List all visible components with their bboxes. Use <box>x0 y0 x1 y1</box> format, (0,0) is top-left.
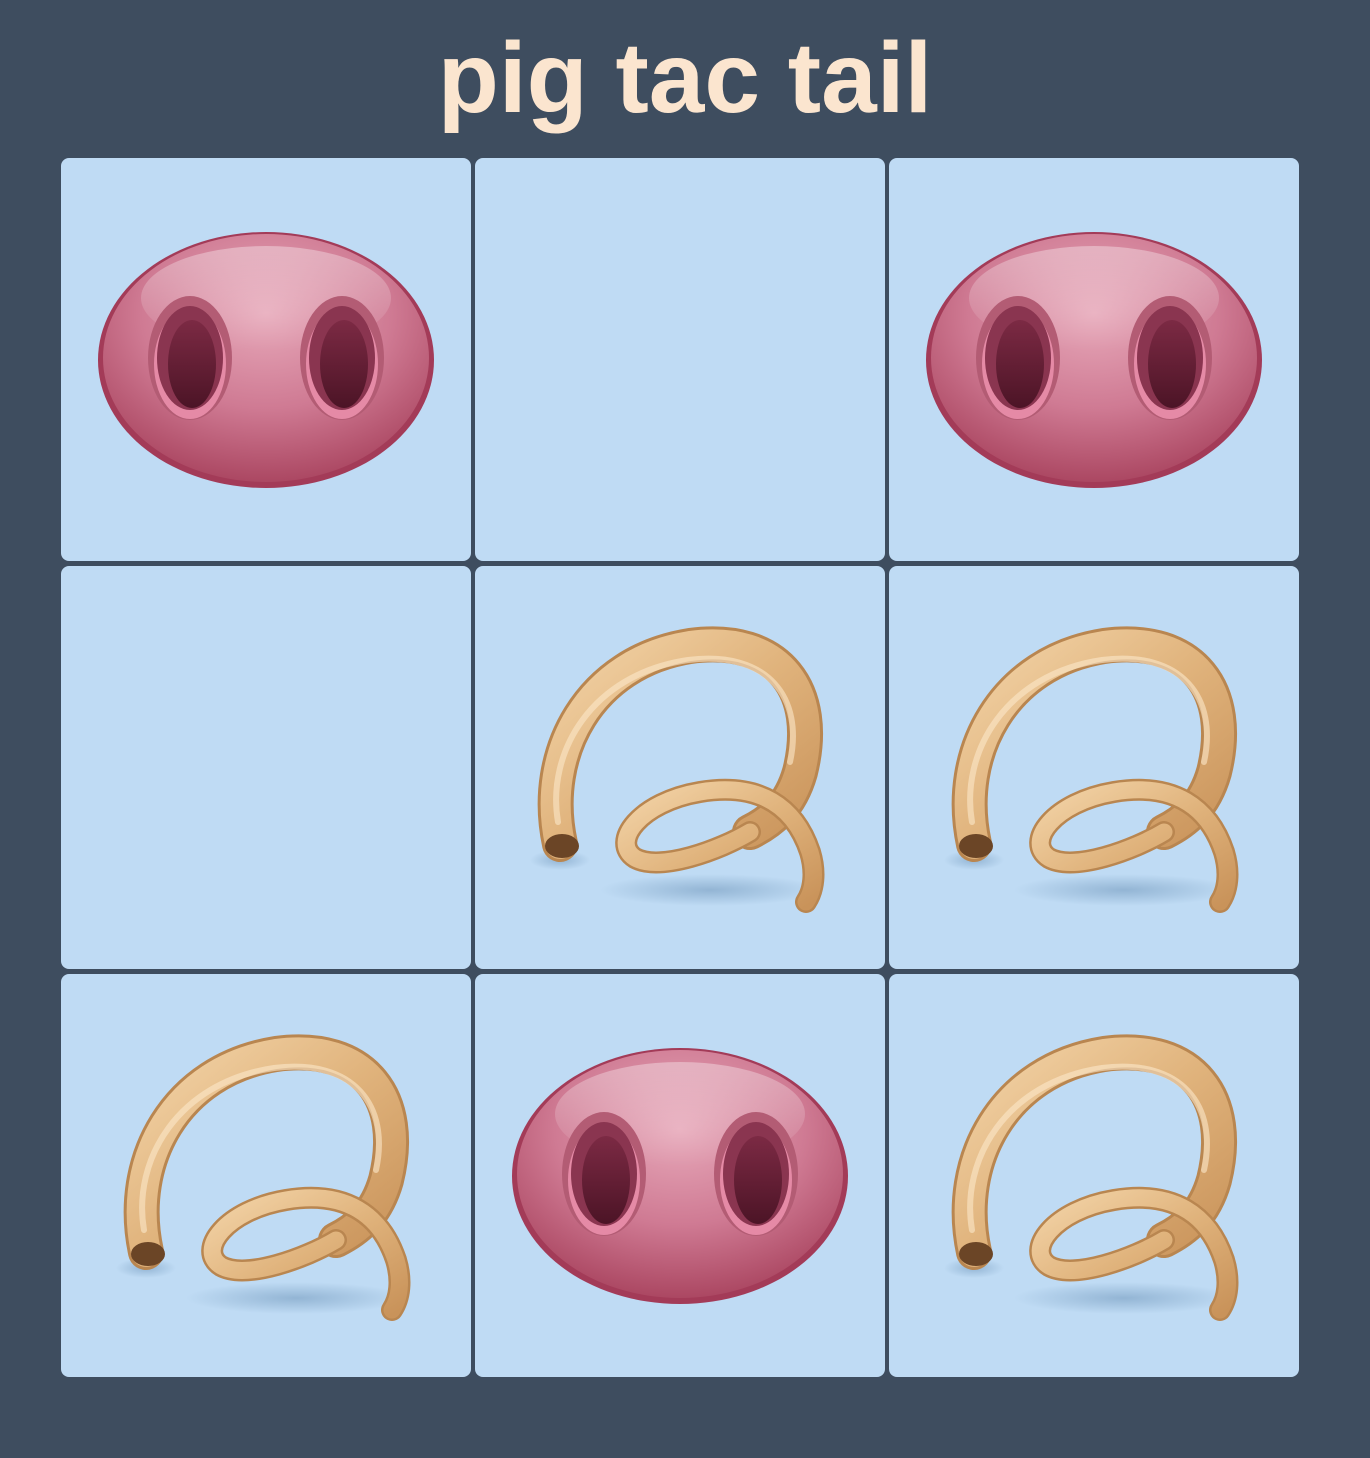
board-cell-1-2[interactable] <box>889 566 1299 969</box>
board-cell-0-0[interactable] <box>61 158 471 561</box>
pig-snout-icon <box>926 231 1262 488</box>
pig-tail-icon <box>944 626 1239 913</box>
pig-snout-icon <box>98 231 434 488</box>
board-cell-0-1[interactable] <box>475 158 885 561</box>
pig-tail-icon <box>944 1034 1239 1321</box>
game-board <box>61 158 1299 1378</box>
pig-tail-icon <box>530 626 825 913</box>
board-cell-1-1[interactable] <box>475 566 885 969</box>
pig-tail-icon <box>116 1034 411 1321</box>
game-title: pig tac tail <box>437 22 933 134</box>
board-cell-0-2[interactable] <box>889 158 1299 561</box>
board-cell-2-2[interactable] <box>889 974 1299 1377</box>
board-cell-2-0[interactable] <box>61 974 471 1377</box>
pig-snout-icon <box>512 1047 848 1304</box>
board-cell-1-0[interactable] <box>61 566 471 969</box>
board-cell-2-1[interactable] <box>475 974 885 1377</box>
